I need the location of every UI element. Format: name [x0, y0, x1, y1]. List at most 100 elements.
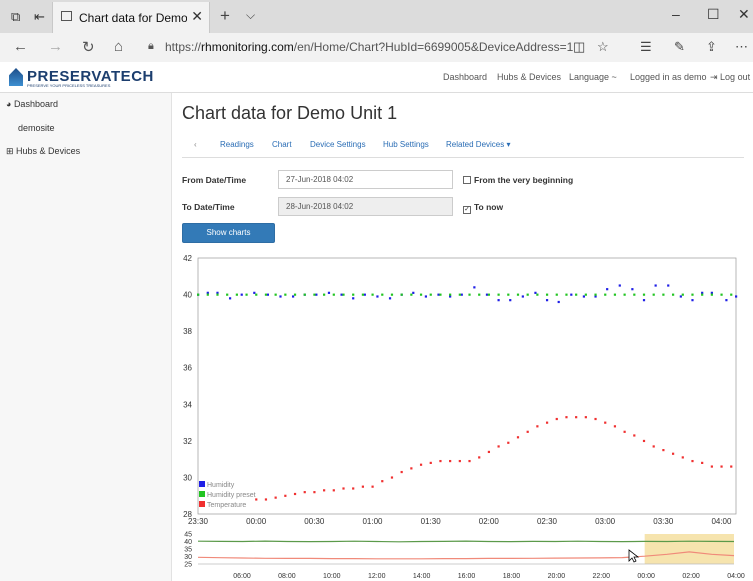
- refresh-icon[interactable]: ↻: [82, 38, 95, 56]
- url-field[interactable]: https://rhmonitoring.com/en/Home/Chart?H…: [165, 40, 573, 54]
- data-point: [293, 492, 297, 496]
- data-point: [410, 467, 413, 470]
- data-point: [652, 293, 655, 296]
- to-date-input[interactable]: 28-Jun-2018 04:02: [278, 197, 453, 216]
- new-tab-icon[interactable]: +: [220, 6, 230, 26]
- data-point: [264, 293, 268, 296]
- data-point: [291, 295, 295, 298]
- forward-icon[interactable]: →: [48, 38, 63, 55]
- maximize-icon[interactable]: ☐: [707, 6, 720, 23]
- y-tick-label: 36: [183, 364, 192, 373]
- x-tick-label: 00:00: [246, 517, 267, 526]
- data-point: [197, 293, 200, 296]
- to-now-checkbox[interactable]: ✓ To now: [463, 202, 503, 214]
- to-date-label: To Date/Time: [182, 202, 235, 212]
- data-point: [516, 293, 520, 296]
- minimize-icon[interactable]: –: [672, 6, 680, 22]
- overview-chart[interactable]: 4540353025 06:00 08:00 10:00 12:00 14:00 16:00…: [184, 532, 745, 581]
- data-point: [255, 293, 258, 296]
- x-tick-label: 02:30: [537, 517, 558, 526]
- tab-actions-icon[interactable]: ⧉: [11, 9, 20, 25]
- data-point: [240, 293, 243, 296]
- chevron-down-icon[interactable]: ⌵: [246, 8, 255, 23]
- data-point: [487, 293, 491, 296]
- browser-tab[interactable]: Chart data for Demo Ur ✕: [52, 2, 210, 33]
- legend-swatch: [199, 491, 205, 497]
- data-point: [565, 293, 568, 296]
- data-point: [623, 293, 626, 296]
- data-point: [671, 452, 675, 455]
- data-point: [293, 293, 297, 296]
- overview-x-tick: 20:00: [548, 573, 566, 580]
- more-icon[interactable]: ⋯: [735, 39, 748, 55]
- pen-icon[interactable]: ✎: [674, 39, 685, 55]
- main-chart[interactable]: 424038363432302823:30 00:00 00:30 01:00 01:3…: [183, 254, 738, 526]
- data-point: [555, 293, 558, 296]
- y-tick-label: 40: [183, 291, 192, 300]
- nav-dashboard[interactable]: Dashboard: [443, 72, 487, 82]
- data-point: [381, 293, 384, 296]
- lock-icon: 🔒︎: [148, 40, 154, 52]
- back-icon[interactable]: ←: [13, 38, 28, 55]
- data-point: [468, 293, 471, 296]
- from-date-input[interactable]: 27-Jun-2018 04:02: [278, 170, 453, 189]
- back-link[interactable]: ‹: [194, 140, 197, 149]
- address-bar: ← → ↻ ⌂ 🔒︎ https://rhmonitoring.com/en/H…: [0, 33, 753, 63]
- home-icon[interactable]: ⌂: [114, 38, 123, 55]
- legend-label: Humidity preset: [207, 492, 256, 499]
- nav-logout[interactable]: ⇥ Log out: [710, 72, 750, 83]
- reading-view-icon[interactable]: ◫: [573, 39, 585, 55]
- data-point: [623, 430, 626, 433]
- data-point: [439, 293, 442, 296]
- data-point: [458, 293, 461, 296]
- tab-device-settings[interactable]: Device Settings: [310, 140, 366, 149]
- sidebar-item-dashboard[interactable]: ◕ Dashboard: [6, 99, 58, 109]
- browser-tab-bar: ⧉ ⇤ Chart data for Demo Ur ✕ + ⌵ – ☐ ✕: [0, 0, 753, 33]
- nav-language[interactable]: Language ~: [569, 72, 617, 82]
- data-point: [536, 293, 539, 296]
- set-tabs-aside-icon[interactable]: ⇤: [34, 9, 45, 25]
- data-point: [400, 470, 403, 474]
- overview-x-tick: 00:00: [637, 573, 655, 580]
- favorites-hub-icon[interactable]: ☰: [640, 39, 652, 55]
- tab-readings[interactable]: Readings: [220, 140, 254, 149]
- sidebar-item-hubs-devices[interactable]: ⊞ Hubs & Devices: [6, 146, 80, 157]
- legend-swatch: [199, 481, 205, 487]
- sidebar-item-demosite[interactable]: demosite: [18, 123, 55, 133]
- close-window-icon[interactable]: ✕: [738, 6, 750, 23]
- x-tick-label: 03:30: [653, 517, 674, 526]
- data-point: [534, 291, 537, 294]
- data-point: [642, 439, 646, 443]
- data-point: [340, 293, 343, 296]
- show-charts-button[interactable]: Show charts: [182, 223, 275, 243]
- data-point: [458, 459, 461, 463]
- data-point: [557, 300, 560, 304]
- overview-x-tick: 14:00: [413, 573, 431, 580]
- tab-chart[interactable]: Chart: [272, 140, 292, 149]
- data-point: [618, 284, 621, 287]
- data-point: [361, 485, 364, 488]
- related-devices-dropdown[interactable]: Related Devices ▾: [446, 140, 511, 149]
- data-point: [604, 293, 607, 296]
- y-tick-label: 34: [183, 400, 192, 409]
- page-title: Chart data for Demo Unit 1: [182, 103, 398, 123]
- favorite-star-icon[interactable]: ☆: [597, 39, 609, 55]
- data-point: [735, 295, 738, 298]
- data-point: [681, 293, 684, 296]
- data-point: [507, 293, 510, 296]
- selected-range: [644, 534, 734, 564]
- tab-hub-settings[interactable]: Hub Settings: [383, 140, 429, 149]
- close-tab-icon[interactable]: ✕: [191, 8, 203, 25]
- data-point: [509, 299, 512, 302]
- from-beginning-checkbox[interactable]: From the very beginning: [463, 175, 573, 185]
- data-point: [390, 476, 394, 479]
- data-point: [521, 295, 524, 298]
- data-point: [468, 459, 471, 463]
- data-point: [516, 436, 520, 439]
- share-icon[interactable]: ⇪: [706, 39, 717, 55]
- site-header: PRESERVATECH PRESERVE YOUR PRICELESS TRE…: [0, 62, 753, 93]
- x-tick-label: 23:30: [188, 517, 209, 526]
- x-tick-label: 02:00: [479, 517, 500, 526]
- data-point: [361, 293, 364, 296]
- nav-hubs-devices[interactable]: Hubs & Devices: [497, 72, 561, 82]
